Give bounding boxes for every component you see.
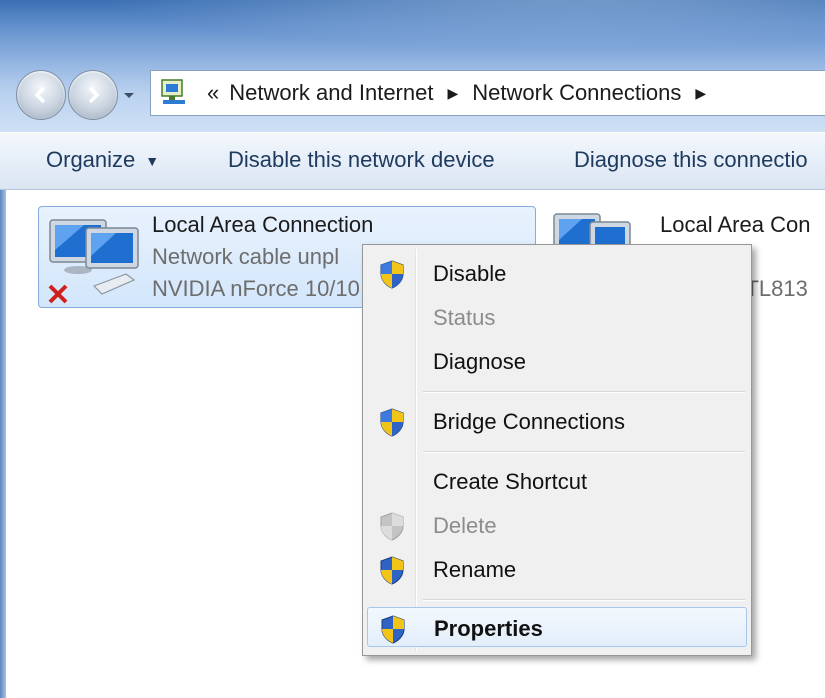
menu-item-label: Status: [433, 305, 496, 330]
network-connection-icon: [48, 219, 139, 304]
window-left-edge: [0, 190, 6, 698]
context-menu: Disable Status Diagnose Bridge Connectio…: [362, 244, 752, 656]
uac-shield-icon: [380, 408, 404, 437]
forward-button[interactable]: [68, 70, 118, 120]
menu-item-label: Bridge Connections: [433, 409, 626, 434]
menu-item-label: Delete: [433, 513, 497, 538]
connection-name: Local Area Connection: [152, 212, 374, 237]
recent-pages-dropdown-icon[interactable]: [122, 88, 136, 102]
disable-device-button[interactable]: Disable this network device: [228, 147, 495, 173]
menu-item-label: Rename: [433, 557, 517, 582]
menu-item-bridge-connections[interactable]: Bridge Connections: [367, 401, 747, 441]
uac-shield-icon: [380, 556, 404, 585]
connection-device: NVIDIA nForce 10/10: [152, 276, 360, 301]
menu-separator: [423, 391, 745, 393]
menu-separator: [423, 599, 745, 601]
organize-menu-button[interactable]: Organize ▼: [46, 147, 159, 173]
menu-item-disable[interactable]: Disable: [367, 253, 747, 293]
menu-item-properties[interactable]: Properties: [367, 607, 747, 647]
menu-item-label: Disable: [433, 261, 507, 286]
menu-item-create-shortcut[interactable]: Create Shortcut: [367, 461, 747, 501]
breadcrumb-separator-icon[interactable]: ▶: [695, 85, 706, 102]
organize-label: Organize: [46, 147, 136, 172]
breadcrumb-network-connections[interactable]: Network Connections: [472, 80, 681, 106]
back-button[interactable]: [16, 70, 66, 120]
menu-item-delete: Delete: [367, 505, 747, 545]
command-toolbar: Organize ▼ Disable this network device Di…: [0, 132, 825, 190]
connection-name[interactable]: Local Area Con: [660, 212, 810, 238]
network-folder-icon: [161, 79, 185, 104]
uac-shield-icon: [380, 512, 404, 541]
uac-shield-icon: [380, 260, 404, 289]
menu-separator: [423, 451, 745, 453]
chevron-down-icon: ▼: [145, 153, 160, 170]
forward-arrow-icon: [88, 86, 100, 104]
breadcrumb-network-and-internet[interactable]: Network and Internet: [229, 80, 433, 106]
menu-item-label: Create Shortcut: [433, 469, 588, 494]
connection-status: Network cable unpl: [152, 244, 340, 269]
address-bar[interactable]: « Network and Internet ▶ Network Connect…: [150, 70, 825, 116]
breadcrumb-overflow[interactable]: «: [207, 80, 219, 106]
back-arrow-icon: [34, 86, 46, 104]
breadcrumb-separator-icon[interactable]: ▶: [447, 85, 458, 102]
menu-item-label: Diagnose: [433, 349, 526, 374]
menu-item-rename[interactable]: Rename: [367, 549, 747, 589]
menu-item-diagnose[interactable]: Diagnose: [367, 341, 747, 381]
uac-shield-icon: [381, 615, 405, 644]
diagnose-connection-button[interactable]: Diagnose this connectio: [574, 147, 808, 173]
menu-item-status: Status: [367, 297, 747, 337]
menu-item-label: Properties: [434, 616, 543, 641]
